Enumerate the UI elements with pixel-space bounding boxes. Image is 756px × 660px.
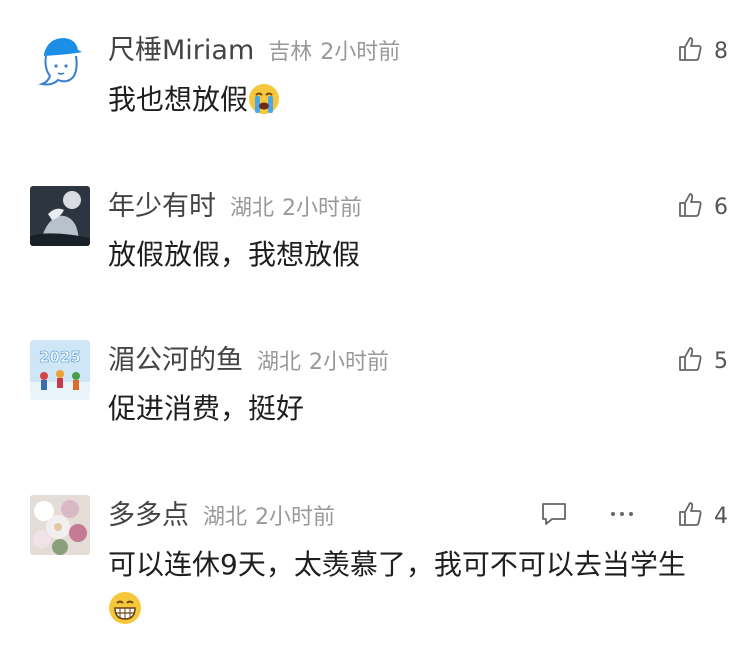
comment-text: 可以连休9天，太羡慕了，我可不可以去当学生 (108, 548, 686, 581)
thumbs-up-icon (676, 500, 704, 532)
more-dots-icon (608, 500, 636, 532)
username[interactable]: 多多点 (108, 499, 189, 533)
like-button[interactable]: 8 (676, 34, 728, 68)
comment-meta: 年少有时 湖北 2小时前 (108, 190, 362, 224)
comment-text-block: 促进消费，挺好 (108, 387, 728, 431)
comment-bubble-icon (540, 500, 568, 532)
timestamp: 2小时前 (309, 350, 390, 375)
location: 吉林 (268, 40, 313, 65)
username[interactable]: 尺棰Miriam (108, 34, 254, 68)
location: 湖北 (257, 350, 302, 375)
comment-text: 我也想放假 (108, 83, 249, 116)
like-count: 4 (714, 503, 728, 529)
location: 湖北 (203, 505, 248, 530)
comment-text: 放假放假，我想放假 (108, 238, 361, 271)
avatar[interactable]: 2025 (30, 340, 90, 400)
thumbs-up-icon (676, 35, 704, 67)
comment-text-block: 可以连休9天，太羡慕了，我可不可以去当学生 (108, 543, 728, 638)
loudly-crying-face-icon (248, 83, 280, 128)
comment-text-block: 放假放假，我想放假 (108, 233, 728, 277)
more-options-button[interactable] (608, 499, 636, 533)
like-button[interactable]: 5 (676, 344, 728, 378)
timestamp: 2小时前 (320, 40, 401, 65)
avatar[interactable] (30, 186, 90, 246)
timestamp: 2小时前 (282, 196, 363, 221)
reply-button[interactable] (540, 499, 568, 533)
avatar[interactable] (30, 495, 90, 555)
grinning-face-with-teeth-icon (108, 591, 142, 638)
location: 湖北 (230, 196, 275, 221)
avatar-2025-text: 2025 (39, 348, 81, 366)
like-count: 6 (714, 194, 728, 220)
thumbs-up-icon (676, 345, 704, 377)
comment-meta: 湄公河的鱼 湖北 2小时前 (108, 344, 389, 378)
thumbs-up-icon (676, 191, 704, 223)
like-count: 5 (714, 348, 728, 374)
like-button[interactable]: 4 (676, 499, 728, 533)
comment-meta: 尺棰Miriam 吉林 2小时前 (108, 34, 400, 68)
comment-text-block: 我也想放假 (108, 78, 728, 128)
comment-text: 促进消费，挺好 (108, 392, 305, 425)
like-count: 8 (714, 38, 728, 64)
avatar-flowers-icon (30, 495, 90, 555)
timestamp: 2小时前 (255, 505, 336, 530)
avatar[interactable] (30, 30, 90, 90)
like-button[interactable]: 6 (676, 190, 728, 224)
avatar-2025-image-icon: 2025 (30, 340, 90, 400)
comment-meta: 多多点 湖北 2小时前 (108, 499, 335, 533)
username[interactable]: 湄公河的鱼 (108, 344, 243, 378)
username[interactable]: 年少有时 (108, 190, 216, 224)
avatar-photo-icon (30, 186, 90, 246)
avatar-cartoon-girl-icon (30, 30, 90, 90)
